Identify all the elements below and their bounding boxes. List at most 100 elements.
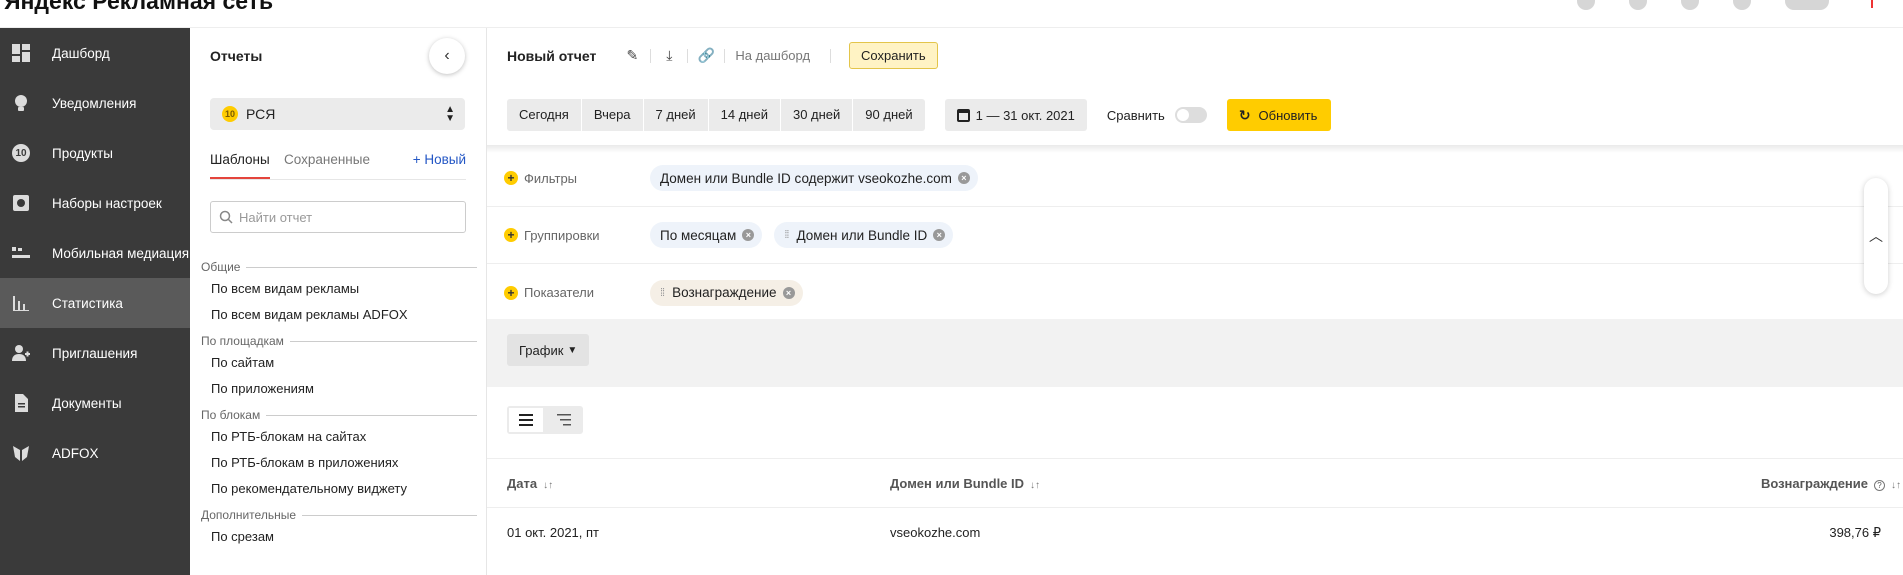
graph-section: График ▼ [487,319,1903,387]
compare-control: Сравнить [1107,107,1207,123]
user-menu-icon[interactable] [1863,0,1873,8]
user-avatar[interactable] [1785,0,1829,10]
sidebar-item-label: Мобильная медиация [52,245,190,261]
sidebar-item-label: Продукты [52,145,113,161]
reports-panel: Отчеты ‹ 10 РСЯ ▲ ▼ Шаблоны Сохраненные +… [190,28,487,575]
metric-chip-reward[interactable]: ⁞⁞ Вознаграждение × [650,279,803,306]
period-today-button[interactable]: Сегодня [507,99,582,131]
refresh-label: Обновить [1258,107,1318,123]
notifications-icon[interactable] [1577,0,1595,10]
list-item[interactable]: По срезам [201,524,477,550]
sidebar-item-notifications[interactable]: Уведомления [0,78,190,128]
sidebar-item-mediation[interactable]: Мобильная медиация [0,228,190,278]
collapse-settings-button[interactable]: ︿ [1864,178,1888,294]
sidebar-item-dashboard[interactable]: Дашборд [0,28,190,78]
sidebar-item-label: Уведомления [52,95,137,111]
tab-saved[interactable]: Сохраненные [284,152,370,177]
column-header-domain[interactable]: Домен или Bundle ID ↓↑ [890,476,1040,491]
period-14days-button[interactable]: 14 дней [708,99,781,131]
download-button[interactable]: ⤓ [651,44,687,68]
sidebar-item-settings[interactable]: Наборы настроек [0,178,190,228]
group-header-general: Общие [201,258,477,276]
list-item[interactable]: По всем видам рекламы [201,276,477,302]
reports-title: Отчеты [210,48,263,64]
sidebar-item-adfox[interactable]: ADFOX [0,428,190,478]
tab-templates[interactable]: Шаблоны [210,152,270,179]
sidebar-item-label: Приглашения [52,345,138,361]
remove-chip-icon[interactable]: × [782,286,795,299]
remove-chip-icon[interactable]: × [933,229,946,241]
report-search [210,201,466,233]
column-header-date[interactable]: Дата ↓↑ [507,476,553,491]
chip-label: По месяцам [660,227,737,243]
column-label: Домен или Bundle ID [890,476,1025,491]
search-icon [219,210,233,224]
sidebar-nav: Дашборд Уведомления 10 Продукты Наборы н… [0,28,190,575]
filter-chip[interactable]: Домен или Bundle ID содержит vseokozhe.c… [650,165,978,191]
sidebar-item-products[interactable]: 10 Продукты [0,128,190,178]
drag-handle-icon[interactable]: ⁞⁞ [784,229,789,241]
collapse-panel-button[interactable]: ‹ [429,38,465,74]
period-7days-button[interactable]: 7 дней [643,99,709,131]
list-item[interactable]: По рекомендательному виджету [201,476,477,502]
filters-label[interactable]: Фильтры [524,171,650,186]
sidebar-item-statistics[interactable]: Статистика [0,278,190,328]
report-search-input[interactable] [239,209,449,225]
sort-icon[interactable]: ↓↑ [1891,480,1901,491]
sidebar-item-label: ADFOX [52,445,99,461]
save-button[interactable]: Сохранить [849,42,938,69]
add-filter-icon[interactable]: + [504,171,518,185]
help-icon[interactable] [1629,0,1647,10]
grouping-chip-domain[interactable]: ⁞⁞ Домен или Bundle ID × [774,222,954,248]
remove-chip-icon[interactable]: × [742,229,755,241]
flat-table-view-button[interactable] [507,406,545,434]
sort-icon[interactable]: ↓↑ [1030,480,1040,491]
sidebar-item-label: Наборы настроек [52,195,162,211]
product-select[interactable]: 10 РСЯ ▲ ▼ [210,98,465,130]
groupings-label[interactable]: Группировки [524,228,650,243]
divider [724,48,726,63]
copy-link-button[interactable]: 🔗 [688,44,724,68]
list-item[interactable]: По приложениям [201,376,477,402]
period-90days-button[interactable]: 90 дней [853,99,925,131]
to-dashboard-button[interactable]: На дашборд [735,48,810,63]
graph-label: График [519,342,564,358]
add-grouping-icon[interactable]: + [504,228,518,242]
list-item[interactable]: По всем видам рекламы ADFOX [201,302,477,328]
list-item[interactable]: По сайтам [201,350,477,376]
compare-label: Сравнить [1106,107,1165,123]
add-metric-icon[interactable]: + [504,285,518,300]
compare-toggle[interactable] [1174,107,1207,123]
column-label: Вознаграждение [1760,476,1868,491]
help-icon[interactable]: ? [1874,480,1885,491]
chip-label: Вознаграждение [672,285,777,300]
tree-table-view-button[interactable] [545,406,583,434]
metrics-row: + Показатели ⁞⁞ Вознаграждение × [487,264,1903,321]
list-item[interactable]: По РТБ-блокам на сайтах [201,424,477,450]
report-main: Новый отчет ✎ ⤓ 🔗 На дашборд Сохранить С… [487,28,1903,575]
list-item[interactable]: По РТБ-блокам в приложениях [201,450,477,476]
graph-dropdown[interactable]: График ▼ [507,334,590,366]
sidebar-item-label: Документы [52,395,122,411]
date-range-picker[interactable]: 1 — 31 окт. 2021 [944,99,1087,131]
remove-chip-icon[interactable]: × [957,172,970,184]
metrics-label[interactable]: Показатели [524,285,650,300]
refresh-icon: ↻ [1238,106,1251,123]
edit-title-button[interactable]: ✎ [614,44,650,68]
new-report-link[interactable]: + Новый [413,152,466,167]
drag-handle-icon[interactable]: ⁞⁞ [660,287,665,299]
refresh-button[interactable]: ↻ Обновить [1226,99,1332,131]
sidebar-item-invitations[interactable]: Приглашения [0,328,190,378]
chat-icon[interactable] [1681,0,1699,10]
sort-icon[interactable]: ↓↑ [543,480,553,491]
tree-icon [557,414,571,426]
filter-chip-value: vseokozhe.com [858,170,952,186]
sidebar-item-documents[interactable]: Документы [0,378,190,428]
period-yesterday-button[interactable]: Вчера [581,99,644,131]
group-header-blocks: По блокам [201,406,477,424]
grouping-chip-months[interactable]: По месяцам × [650,222,763,248]
column-label: Дата [507,476,538,491]
calendar-icon[interactable] [1733,0,1751,10]
period-30days-button[interactable]: 30 дней [780,99,854,131]
column-header-reward[interactable]: Вознаграждение? ↓↑ [1761,476,1901,491]
